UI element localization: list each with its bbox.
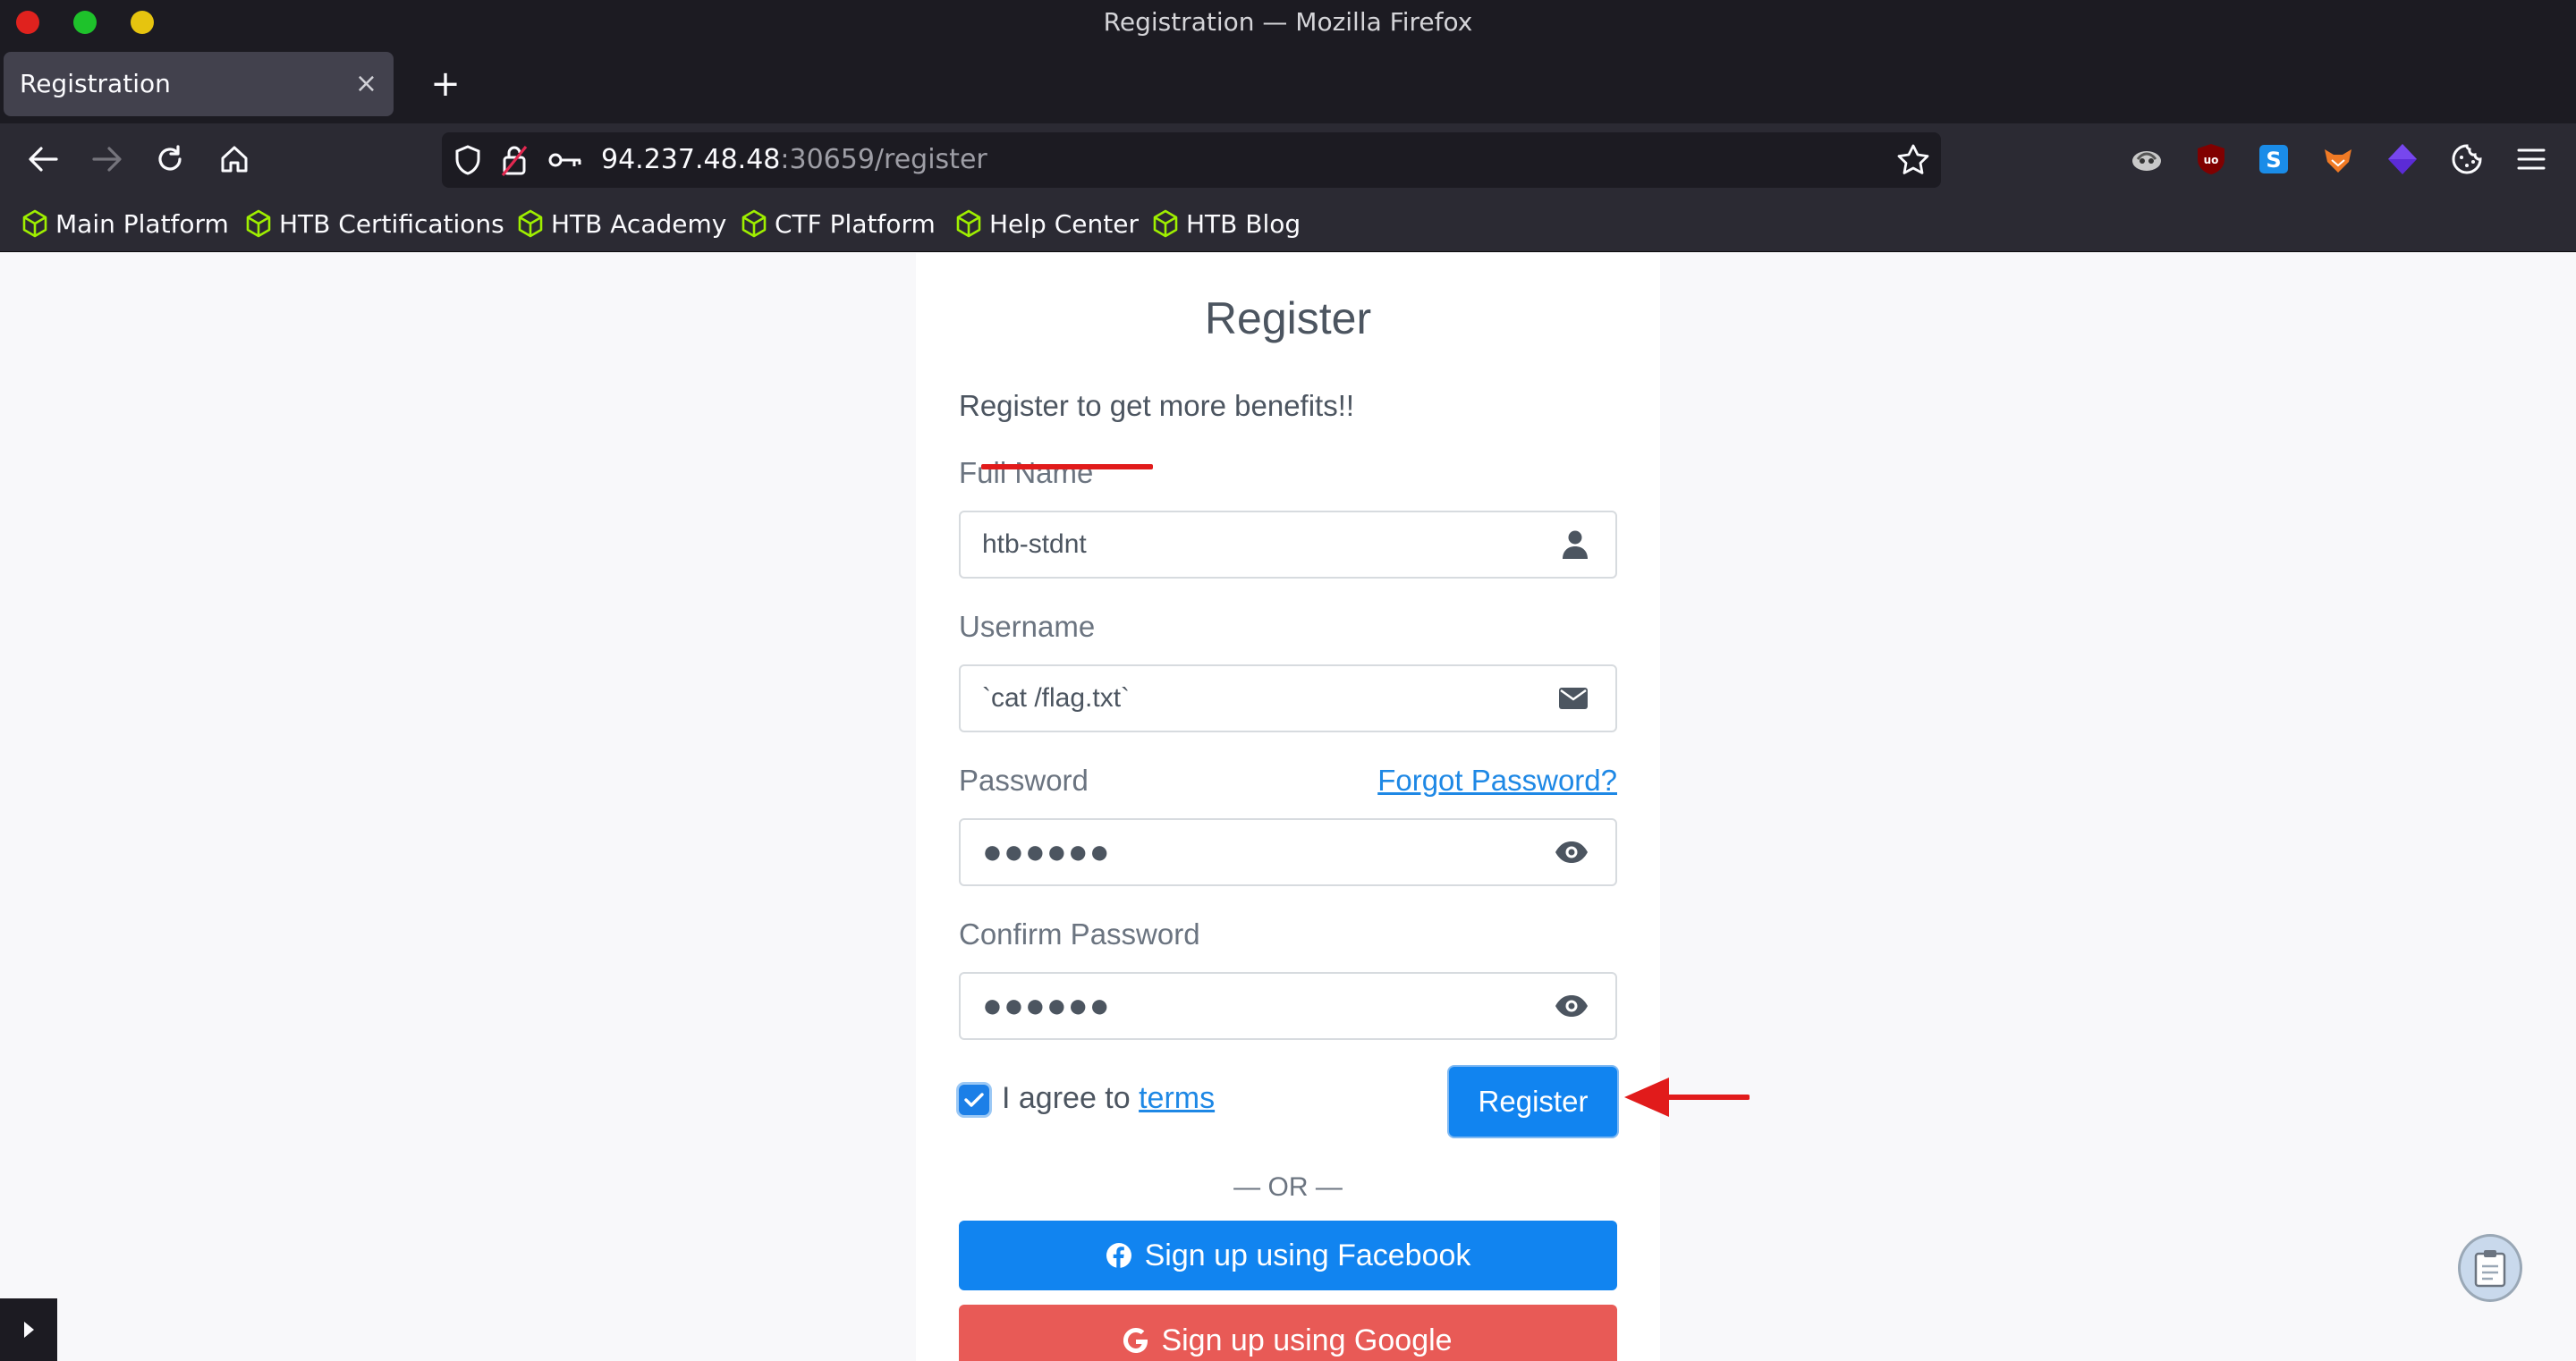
tab-title: Registration — [20, 69, 171, 98]
facebook-signup-button[interactable]: Sign up using Facebook — [959, 1221, 1617, 1290]
google-icon — [1123, 1328, 1148, 1354]
bookmark-label: Help Center — [989, 208, 1139, 239]
envelope-icon — [1558, 666, 1589, 731]
google-button-label: Sign up using Google — [1161, 1323, 1453, 1357]
key-icon[interactable] — [547, 132, 583, 188]
ublock-origin-icon[interactable]: uo — [2191, 139, 2231, 179]
tab-registration[interactable]: Registration × — [4, 52, 394, 116]
back-arrow-icon — [29, 147, 58, 172]
facebook-icon — [1106, 1243, 1131, 1268]
password-field[interactable]: ●●●●●● — [959, 818, 1617, 886]
google-signup-button[interactable]: Sign up using Google — [959, 1305, 1617, 1361]
menu-hamburger-icon[interactable] — [2512, 139, 2551, 179]
username-field[interactable]: `cat /flag.txt` — [959, 664, 1617, 732]
clipboard-button[interactable] — [2458, 1234, 2522, 1302]
back-button[interactable] — [18, 134, 68, 184]
htb-cube-icon — [246, 209, 271, 238]
password-value: ●●●●●● — [982, 833, 1111, 871]
extension-s-icon[interactable]: S — [2254, 139, 2293, 179]
extension-cube-icon[interactable] — [2383, 139, 2422, 179]
bookmark-main-platform[interactable]: Main Platform — [21, 195, 229, 252]
username-label: Username — [959, 610, 1096, 643]
extension-zap-icon[interactable] — [2127, 139, 2166, 179]
sidebar-toggle-button[interactable] — [0, 1298, 57, 1361]
annotation-arrow-icon — [1624, 1078, 1750, 1117]
extension-fox-icon[interactable] — [2318, 139, 2358, 179]
htb-cube-icon — [956, 209, 981, 238]
window-titlebar: Registration — Mozilla Firefox — [0, 0, 2576, 45]
terms-link[interactable]: terms — [1139, 1081, 1215, 1115]
reload-icon — [158, 145, 182, 171]
svg-text:S: S — [2266, 148, 2281, 173]
register-button[interactable]: Register — [1449, 1067, 1617, 1137]
home-icon — [221, 146, 248, 173]
eye-icon[interactable] — [1555, 820, 1589, 884]
bookmark-label: HTB Academy — [551, 208, 727, 239]
agree-checkbox[interactable] — [959, 1085, 989, 1115]
or-divider: — OR — — [1233, 1172, 1343, 1202]
bookmark-label: HTB Blog — [1186, 208, 1301, 239]
confirm-password-label: Confirm Password — [959, 917, 1200, 951]
tab-strip: Registration × + — [0, 45, 2576, 123]
svg-text:uo: uo — [2204, 154, 2219, 166]
forward-button[interactable] — [82, 134, 132, 184]
url-text[interactable]: 94.237.48.48:30659/register — [601, 132, 987, 188]
bookmark-htb-blog[interactable]: HTB Blog — [1152, 195, 1301, 252]
confirm-password-field[interactable]: ●●●●●● — [959, 972, 1617, 1040]
url-bar[interactable]: 94.237.48.48:30659/register — [442, 132, 1941, 188]
username-value: `cat /flag.txt` — [982, 683, 1131, 713]
window-title: Registration — Mozilla Firefox — [1103, 7, 1473, 37]
bookmark-label: CTF Platform — [775, 208, 936, 239]
fullname-value: htb-stdnt — [982, 529, 1087, 559]
reload-button[interactable] — [145, 134, 195, 184]
bookmark-label: Main Platform — [55, 208, 229, 239]
password-label: Password — [959, 764, 1089, 797]
agree-text: I agree to terms — [1002, 1081, 1215, 1116]
htb-cube-icon — [741, 209, 767, 238]
forward-arrow-icon — [92, 147, 122, 172]
bookmark-htb-certifications[interactable]: HTB Certifications — [245, 195, 504, 252]
bookmark-htb-academy[interactable]: HTB Academy — [517, 195, 726, 252]
register-card: Register Register to get more benefits!!… — [916, 253, 1660, 1361]
page-title: Register — [1204, 293, 1372, 343]
bookmark-ctf-platform[interactable]: CTF Platform — [741, 195, 936, 252]
facebook-button-label: Sign up using Facebook — [1144, 1238, 1471, 1272]
new-tab-button[interactable]: + — [420, 55, 470, 113]
page-subtitle: Register to get more benefits!! — [959, 389, 1355, 422]
htb-cube-icon — [1153, 209, 1178, 238]
checkmark-icon — [964, 1093, 984, 1107]
insecure-lock-icon[interactable] — [499, 132, 530, 188]
confirm-password-value: ●●●●●● — [982, 987, 1111, 1025]
bookmarks-toolbar: Main Platform HTB Certifications HTB Aca… — [0, 195, 2576, 252]
htb-cube-icon — [22, 209, 47, 238]
tab-close-icon[interactable]: × — [355, 52, 377, 116]
caret-right-icon — [24, 1322, 34, 1338]
annotation-underline — [981, 464, 1153, 469]
fullname-label: Full Name — [959, 456, 1094, 489]
htb-cube-icon — [518, 209, 543, 238]
bookmark-star-icon[interactable] — [1896, 132, 1930, 188]
bookmark-help-center[interactable]: Help Center — [955, 195, 1139, 252]
agree-label: I agree to — [1002, 1081, 1140, 1115]
bookmark-label: HTB Certifications — [279, 208, 504, 239]
clipboard-icon — [2474, 1250, 2506, 1288]
url-path: :30659/register — [780, 144, 987, 175]
eye-icon[interactable] — [1555, 974, 1589, 1038]
url-host: 94.237.48.48 — [601, 144, 781, 175]
home-button[interactable] — [209, 134, 259, 184]
forgot-password-link[interactable]: Forgot Password? — [1377, 764, 1617, 798]
user-icon — [1562, 512, 1589, 577]
navigation-bar: 94.237.48.48:30659/register uo S — [0, 123, 2576, 195]
page-content: Register Register to get more benefits!!… — [0, 253, 2576, 1361]
shield-icon[interactable] — [453, 132, 483, 188]
cookie-icon[interactable] — [2447, 139, 2487, 179]
fullname-field[interactable]: htb-stdnt — [959, 511, 1617, 579]
